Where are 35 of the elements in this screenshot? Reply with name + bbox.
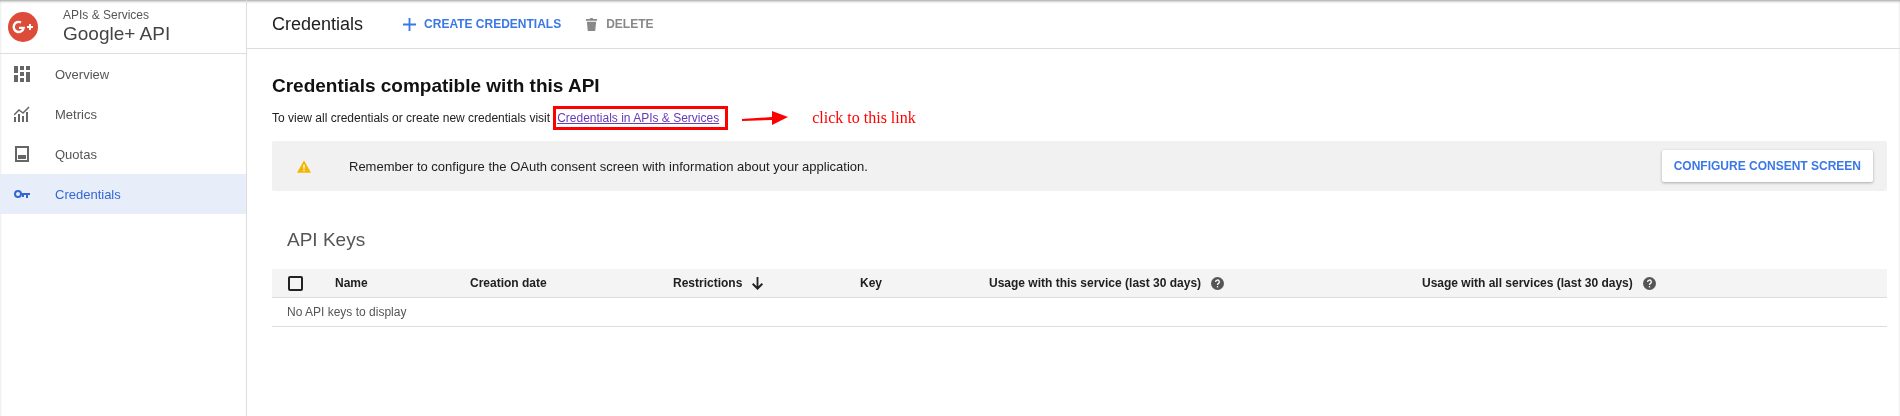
arrow-icon xyxy=(742,110,789,126)
dashboard-icon xyxy=(14,66,30,82)
credentials-link[interactable]: Credentials in APIs & Services xyxy=(557,111,720,125)
warning-icon xyxy=(297,159,311,173)
intro-text: To view all credentials or create new credentials visit xyxy=(272,111,551,125)
api-title: Google+ API xyxy=(63,23,171,45)
column-header: Name xyxy=(335,276,368,290)
sidebar-item[interactable]: Metrics xyxy=(0,94,246,134)
create-credentials-button[interactable]: CREATE CREDENTIALS xyxy=(403,13,562,35)
column-header: Key xyxy=(860,276,882,290)
google-plus-logo-icon xyxy=(8,11,38,42)
trash-icon xyxy=(585,17,599,31)
column-header: Usage with this service (last 30 days) xyxy=(989,276,1202,290)
sidebar-item[interactable]: Credentials xyxy=(0,174,246,214)
banner-message: Remember to configure the OAuth consent screen with information about your application. xyxy=(349,158,869,174)
sidebar-item[interactable]: Quotas xyxy=(0,134,246,174)
quota-icon xyxy=(14,146,30,162)
page-title: Credentials xyxy=(272,13,364,35)
help-icon[interactable] xyxy=(1211,276,1225,290)
sort-arrow-icon[interactable] xyxy=(752,276,764,290)
configure-consent-button[interactable]: CONFIGURE CONSENT SCREEN xyxy=(1661,150,1873,182)
help-icon[interactable] xyxy=(1642,276,1656,290)
annotation-text: click to this link xyxy=(812,109,916,127)
column-header: Restrictions xyxy=(673,276,743,290)
sidebar-item[interactable]: Overview xyxy=(0,54,246,94)
section-heading: Credentials compatible with this API xyxy=(272,75,601,97)
select-all-checkbox[interactable] xyxy=(288,275,303,291)
section-label: APIs & Services xyxy=(63,8,151,22)
key-icon xyxy=(14,189,30,199)
empty-message: No API keys to display xyxy=(287,305,407,319)
plus-icon xyxy=(403,17,417,31)
api-keys-title: API Keys xyxy=(287,229,367,251)
column-header: Creation date xyxy=(470,276,547,290)
chart-icon xyxy=(14,106,30,122)
column-header: Usage with all services (last 30 days) xyxy=(1422,276,1633,290)
